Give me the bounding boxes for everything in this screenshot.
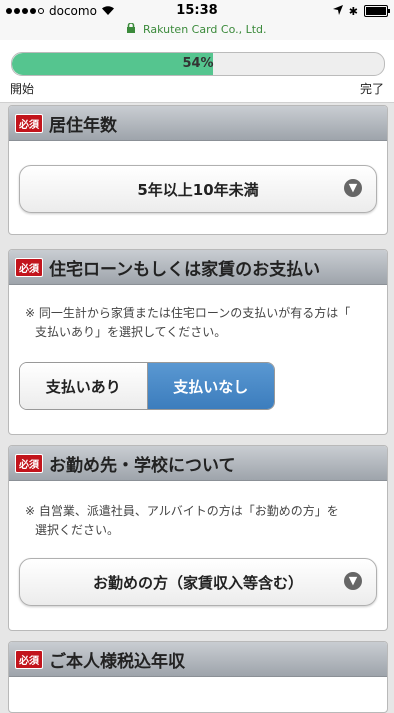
required-badge: 必須 <box>15 649 43 669</box>
progress-percent: 54% <box>182 56 214 71</box>
select-value: お勤めの方（家賃収入等含む） <box>92 573 303 592</box>
progress-end-label: 完了 <box>359 82 384 96</box>
employment-select[interactable]: お勤めの方（家賃収入等含む） ▼ <box>19 558 377 606</box>
battery-icon <box>364 5 390 17</box>
progress-bar: 54% <box>11 52 385 76</box>
section-header: 必須 住宅ローンもしくは家賃のお支払い <box>9 250 387 285</box>
status-bar: docomo 15:38 ✱ <box>0 0 394 22</box>
note-line: 選択ください。 <box>35 523 120 537</box>
required-badge: 必須 <box>15 113 43 133</box>
location-icon <box>332 4 343 18</box>
note-line: 支払いあり」を選択してください。 <box>35 325 227 339</box>
section-header: 必須 お勤め先・学校について <box>9 446 387 481</box>
note-line: ※ 同一生計から家賃または住宅ローンの支払いが有る方は「 <box>25 306 351 320</box>
section-title: ご本人様税込年収 <box>49 651 185 672</box>
chevron-down-icon: ▼ <box>344 179 362 197</box>
section-title: 住宅ローンもしくは家賃のお支払い <box>49 259 321 280</box>
section-header: 必須 ご本人様税込年収 <box>9 642 387 677</box>
lock-icon <box>127 20 136 40</box>
section-title: お勤め先・学校について <box>49 455 236 476</box>
bluetooth-icon: ✱ <box>348 4 358 18</box>
site-name: Rakuten Card Co., Ltd. <box>142 23 267 36</box>
chevron-down-icon: ▼ <box>344 572 362 590</box>
url-bar[interactable]: Rakuten Card Co., Ltd. <box>0 20 394 40</box>
section-annual-income: 必須 ご本人様税込年収 <box>8 641 388 713</box>
residence-years-select[interactable]: 5年以上10年未満 ▼ <box>19 165 377 213</box>
section-residence-years: 必須 居住年数 5年以上10年未満 ▼ <box>8 105 388 235</box>
required-badge: 必須 <box>15 257 43 277</box>
option-payment-yes[interactable]: 支払いあり <box>20 363 148 409</box>
note-line: ※ 自営業、派遣社員、アルバイトの方は「お勤めの方」を <box>25 504 339 518</box>
section-employment: 必須 お勤め先・学校について ※ 自営業、派遣社員、アルバイトの方は「お勤めの方… <box>8 445 388 631</box>
payment-segmented-control: 支払いあり 支払いなし <box>19 362 275 410</box>
progress-start-label: 開始 <box>10 82 35 96</box>
progress-area: 54% 開始 完了 <box>0 40 394 103</box>
required-badge: 必須 <box>15 453 43 473</box>
section-housing-payment: 必須 住宅ローンもしくは家賃のお支払い ※ 同一生計から家賃または住宅ローンの支… <box>8 249 388 435</box>
section-note: ※ 自営業、派遣社員、アルバイトの方は「お勤めの方」を 選択ください。 <box>25 502 339 540</box>
select-value: 5年以上10年未満 <box>137 180 259 199</box>
section-note: ※ 同一生計から家賃または住宅ローンの支払いが有る方は「 支払いあり」を選択して… <box>25 304 350 342</box>
section-header: 必須 居住年数 <box>9 106 387 141</box>
status-icons: ✱ <box>332 4 390 18</box>
section-title: 居住年数 <box>49 115 117 136</box>
option-payment-no[interactable]: 支払いなし <box>147 363 274 409</box>
